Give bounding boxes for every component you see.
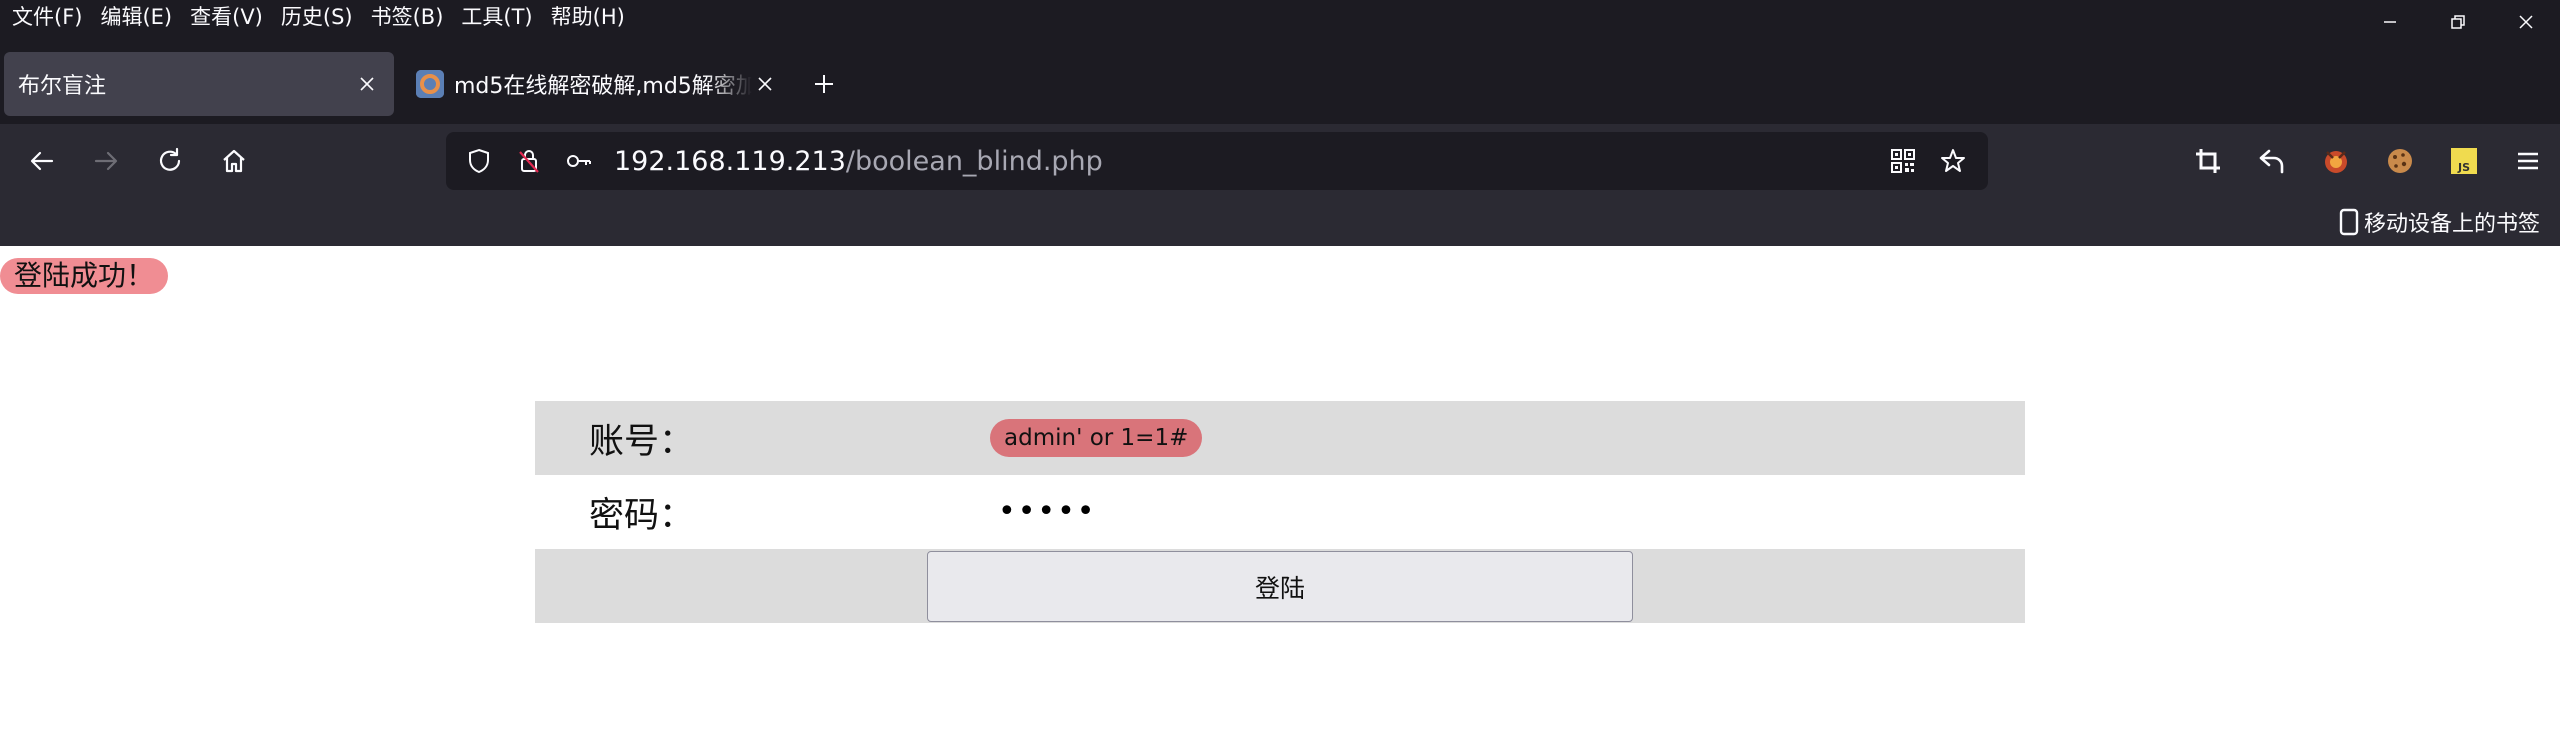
cookie-icon bbox=[2388, 149, 2412, 173]
close-window-button[interactable] bbox=[2492, 0, 2560, 44]
restore-button[interactable] bbox=[2424, 0, 2492, 44]
password-label: 密码： bbox=[589, 495, 695, 536]
svg-text:JS: JS bbox=[2457, 161, 2470, 174]
submit-row: 登陆 bbox=[535, 549, 2025, 623]
username-label: 账号： bbox=[589, 421, 695, 462]
mobile-device-icon bbox=[2339, 208, 2359, 236]
cookie-editor-button[interactable] bbox=[2368, 129, 2432, 193]
login-button[interactable]: 登陆 bbox=[927, 551, 1633, 622]
menu-edit[interactable]: 编辑(E) bbox=[90, 0, 180, 34]
menu-history[interactable]: 历史(S) bbox=[271, 0, 361, 34]
reload-icon bbox=[159, 147, 181, 171]
home-icon bbox=[223, 149, 245, 173]
arrow-right-icon bbox=[94, 151, 118, 171]
minimize-icon bbox=[2384, 21, 2396, 23]
restore-icon bbox=[2451, 15, 2465, 29]
arrow-left-icon bbox=[30, 151, 54, 171]
url-actions bbox=[1878, 132, 1978, 190]
tab-title: md5在线解密破解,md5解密加密 bbox=[454, 74, 752, 99]
tab-close-button[interactable] bbox=[752, 71, 778, 97]
hamburger-menu-icon bbox=[2518, 152, 2538, 170]
undo-button[interactable] bbox=[2240, 129, 2304, 193]
menu-tools[interactable]: 工具(T) bbox=[451, 0, 540, 34]
mobile-bookmarks[interactable]: 移动设备上的书签 bbox=[2338, 206, 2540, 238]
close-icon bbox=[2519, 15, 2533, 29]
tab-boolean-blind[interactable]: 布尔盲注 bbox=[4, 52, 394, 116]
bookmarks-toolbar: 移动设备上的书签 bbox=[0, 198, 2560, 246]
url-path: /boolean_blind.php bbox=[845, 145, 1103, 177]
login-form: 账号： admin' or 1=1# 密码： ••••• 登陆 bbox=[535, 401, 2025, 623]
js-toggle-button[interactable]: JS bbox=[2432, 129, 2496, 193]
hackbar-button[interactable] bbox=[2304, 129, 2368, 193]
home-button[interactable] bbox=[204, 131, 264, 191]
crop-icon bbox=[2196, 149, 2220, 173]
back-button[interactable] bbox=[12, 131, 72, 191]
login-success-message: 登陆成功！ bbox=[0, 258, 169, 294]
star-icon bbox=[1941, 149, 1965, 172]
saved-logins-button[interactable] bbox=[554, 132, 604, 190]
url-text[interactable]: 192.168.119.213/boolean_blind.php bbox=[614, 146, 1103, 177]
nav-toolbar: 192.168.119.213/boolean_blind.php JS bbox=[0, 124, 2560, 198]
tab-title: 布尔盲注 bbox=[18, 74, 107, 99]
shield-icon bbox=[469, 148, 489, 174]
password-input[interactable]: ••••• bbox=[990, 493, 1096, 531]
browser-chrome: 文件(F) 编辑(E) 查看(V) 历史(S) 书签(B) 工具(T) 帮助(H… bbox=[0, 0, 2560, 246]
menu-view[interactable]: 查看(V) bbox=[180, 0, 271, 34]
tab-md5[interactable]: md5在线解密破解,md5解密加密 bbox=[402, 52, 792, 116]
username-input[interactable]: admin' or 1=1# bbox=[990, 419, 1203, 457]
username-row: 账号： admin' or 1=1# bbox=[535, 401, 2025, 475]
page-content: 登陆成功！ 账号： admin' or 1=1# 密码： ••••• 登陆 bbox=[0, 246, 2560, 748]
plus-icon bbox=[815, 75, 833, 93]
url-bar[interactable]: 192.168.119.213/boolean_blind.php bbox=[446, 132, 1988, 190]
md5-favicon-icon bbox=[416, 70, 444, 98]
menubar: 文件(F) 编辑(E) 查看(V) 历史(S) 书签(B) 工具(T) 帮助(H… bbox=[0, 0, 2560, 34]
password-row: 密码： ••••• bbox=[535, 475, 2025, 549]
url-host: 192.168.119.213 bbox=[614, 145, 846, 177]
toolbar-extensions: JS bbox=[2176, 124, 2560, 198]
menu-bookmarks[interactable]: 书签(B) bbox=[361, 0, 452, 34]
menu-file[interactable]: 文件(F) bbox=[0, 0, 90, 34]
new-tab-button[interactable] bbox=[798, 52, 850, 116]
close-icon bbox=[758, 77, 772, 91]
hackbar-extension-icon bbox=[2325, 151, 2347, 173]
close-icon bbox=[360, 77, 374, 91]
js-icon: JS bbox=[2451, 148, 2477, 174]
screenshot-button[interactable] bbox=[2176, 129, 2240, 193]
reload-button[interactable] bbox=[140, 131, 200, 191]
undo-icon bbox=[2259, 149, 2284, 174]
app-menu-button[interactable] bbox=[2496, 129, 2560, 193]
qr-code-button[interactable] bbox=[1878, 132, 1928, 190]
window-controls bbox=[2356, 0, 2560, 44]
tab-close-button[interactable] bbox=[354, 71, 380, 97]
tracking-protection-button[interactable] bbox=[454, 132, 504, 190]
minimize-button[interactable] bbox=[2356, 0, 2424, 44]
mobile-bookmarks-label: 移动设备上的书签 bbox=[2363, 212, 2540, 237]
site-security-button[interactable] bbox=[504, 132, 554, 190]
qr-code-icon bbox=[1891, 149, 1915, 173]
bookmark-star-button[interactable] bbox=[1928, 132, 1978, 190]
insecure-lock-icon bbox=[519, 150, 539, 173]
key-icon bbox=[567, 155, 591, 167]
forward-button[interactable] bbox=[76, 131, 136, 191]
tab-strip: 布尔盲注 md5在线解密破解,md5解密加密 bbox=[0, 34, 2560, 124]
menu-help[interactable]: 帮助(H) bbox=[541, 0, 633, 34]
